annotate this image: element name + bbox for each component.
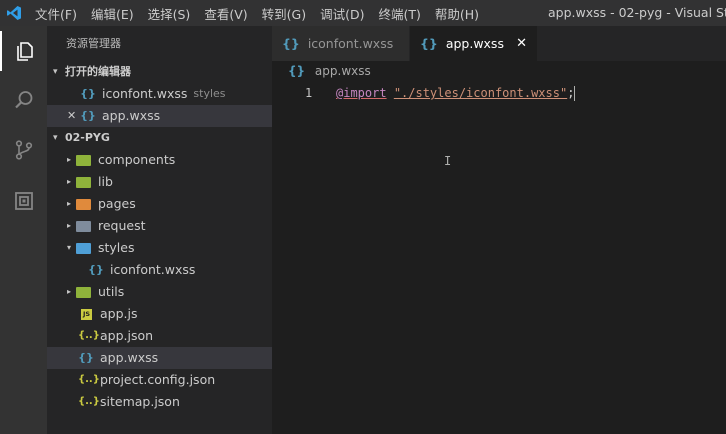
tree-item-label: app.js — [100, 306, 138, 321]
braces-icon: {} — [80, 87, 96, 100]
editor-area: {} iconfont.wxss {} app.wxss ✕ {} app.wx… — [272, 26, 726, 434]
tab-label: iconfont.wxss — [307, 36, 394, 51]
tree-item-label: app.json — [100, 328, 154, 343]
code-keyword: @import — [336, 86, 387, 100]
open-editors-header[interactable]: ▾ 打开的编辑器 — [47, 61, 272, 83]
folder-icon — [76, 220, 91, 232]
chevron-right-icon: ▸ — [66, 287, 71, 296]
js-file-icon: JS — [81, 308, 92, 320]
menu-view[interactable]: 查看(V) — [197, 4, 254, 23]
open-editor-filename: app.wxss — [102, 108, 161, 123]
tree-folder-request[interactable]: ▸ request — [47, 215, 272, 237]
source-control-icon[interactable] — [0, 130, 47, 170]
folder-icon — [76, 198, 91, 210]
tree-file-app-js[interactable]: JS app.js — [47, 303, 272, 325]
json-file-icon: {..} — [78, 374, 100, 385]
tree-item-label: utils — [98, 284, 125, 299]
tree-item-label: styles — [98, 240, 135, 255]
title-bar: 文件(F) 编辑(E) 选择(S) 查看(V) 转到(G) 调试(D) 终端(T… — [0, 0, 726, 26]
menu-go[interactable]: 转到(G) — [255, 4, 313, 23]
braces-icon: {} — [80, 109, 96, 122]
activity-bar — [0, 26, 47, 434]
extensions-icon[interactable] — [0, 181, 47, 221]
explorer-icon[interactable] — [0, 31, 47, 71]
folder-icon — [76, 154, 91, 166]
tree-folder-styles[interactable]: ▾ styles — [47, 237, 272, 259]
tree-file-app-json[interactable]: {..} app.json — [47, 325, 272, 347]
tree-folder-pages[interactable]: ▸ pages — [47, 193, 272, 215]
open-editor-description: styles — [193, 87, 226, 100]
tree-file-sitemap-json[interactable]: {..} sitemap.json — [47, 391, 272, 413]
explorer-sidebar: 资源管理器 ▾ 打开的编辑器 {} iconfont.wxss styles ✕… — [47, 26, 272, 434]
menu-selection[interactable]: 选择(S) — [141, 4, 198, 23]
code-line[interactable]: 1 @import "./styles/iconfont.wxss"; — [272, 84, 726, 102]
tree-item-label: app.wxss — [100, 350, 159, 365]
tree-file-iconfont-wxss[interactable]: {} iconfont.wxss — [47, 259, 272, 281]
open-editor-filename: iconfont.wxss — [102, 86, 188, 101]
tree-file-project-config-json[interactable]: {..} project.config.json — [47, 369, 272, 391]
tree-folder-utils[interactable]: ▸ utils — [47, 281, 272, 303]
tab-label: app.wxss — [445, 36, 504, 51]
open-editors-label: 打开的编辑器 — [65, 65, 131, 78]
open-editor-item-iconfont[interactable]: {} iconfont.wxss styles — [47, 83, 272, 105]
project-label: 02-PYG — [65, 131, 110, 144]
tree-file-app-wxss[interactable]: {} app.wxss — [47, 347, 272, 369]
braces-icon: {} — [282, 36, 300, 51]
menu-debug[interactable]: 调试(D) — [313, 4, 371, 23]
chevron-right-icon: ▸ — [66, 177, 71, 186]
chevron-down-icon: ▾ — [53, 133, 58, 143]
tree-folder-lib[interactable]: ▸ lib — [47, 171, 272, 193]
code-string: "./styles/iconfont.wxss" — [393, 86, 568, 100]
tree-item-label: request — [98, 218, 146, 233]
close-icon[interactable]: ✕ — [516, 36, 527, 51]
folder-open-icon — [76, 242, 91, 254]
json-file-icon: {..} — [78, 396, 100, 407]
menu-help[interactable]: 帮助(H) — [428, 4, 486, 23]
vscode-logo-icon — [0, 0, 28, 26]
braces-icon: {} — [288, 64, 306, 78]
code-text[interactable]: @import "./styles/iconfont.wxss"; — [336, 84, 576, 102]
mouse-ibeam-icon: I — [444, 154, 452, 168]
tab-bar: {} iconfont.wxss {} app.wxss ✕ — [272, 26, 726, 61]
tab-app-wxss[interactable]: {} app.wxss ✕ — [410, 26, 537, 61]
line-number: 1 — [305, 86, 313, 100]
chevron-right-icon: ▸ — [66, 155, 71, 164]
tree-item-label: pages — [98, 196, 136, 211]
chevron-down-icon: ▾ — [53, 67, 58, 77]
braces-icon: {} — [420, 36, 438, 51]
json-file-icon: {..} — [78, 330, 100, 341]
search-icon[interactable] — [0, 80, 47, 120]
tree-folder-components[interactable]: ▸ components — [47, 149, 272, 171]
braces-icon: {} — [78, 351, 94, 364]
chevron-right-icon: ▸ — [66, 221, 71, 230]
breadcrumb-file[interactable]: app.wxss — [315, 64, 371, 78]
menu-bar: 文件(F) 编辑(E) 选择(S) 查看(V) 转到(G) 调试(D) 终端(T… — [28, 4, 486, 23]
menu-file[interactable]: 文件(F) — [28, 4, 84, 23]
sidebar-title: 资源管理器 — [66, 37, 121, 50]
folder-icon — [76, 176, 91, 188]
text-cursor — [574, 86, 576, 101]
code-semicolon: ; — [567, 86, 575, 100]
project-header[interactable]: ▾ 02-PYG — [47, 127, 272, 149]
tree-item-label: iconfont.wxss — [110, 262, 196, 277]
breadcrumb[interactable]: {} app.wxss — [272, 61, 726, 81]
braces-icon: {} — [88, 263, 104, 276]
open-editor-item-app-wxss[interactable]: ✕ {} app.wxss — [47, 105, 272, 127]
tree-item-label: project.config.json — [100, 372, 216, 387]
close-icon[interactable]: ✕ — [67, 105, 76, 127]
menu-terminal[interactable]: 终端(T) — [371, 4, 427, 23]
window-title: app.wxss - 02-pyg - Visual Studio — [548, 5, 726, 20]
menu-edit[interactable]: 编辑(E) — [84, 4, 141, 23]
chevron-down-icon: ▾ — [66, 243, 71, 252]
tree-item-label: sitemap.json — [100, 394, 180, 409]
tree-item-label: lib — [98, 174, 113, 189]
tree-item-label: components — [98, 152, 176, 167]
tab-iconfont-wxss[interactable]: {} iconfont.wxss — [272, 26, 410, 61]
chevron-right-icon: ▸ — [66, 199, 71, 208]
folder-icon — [76, 286, 91, 298]
